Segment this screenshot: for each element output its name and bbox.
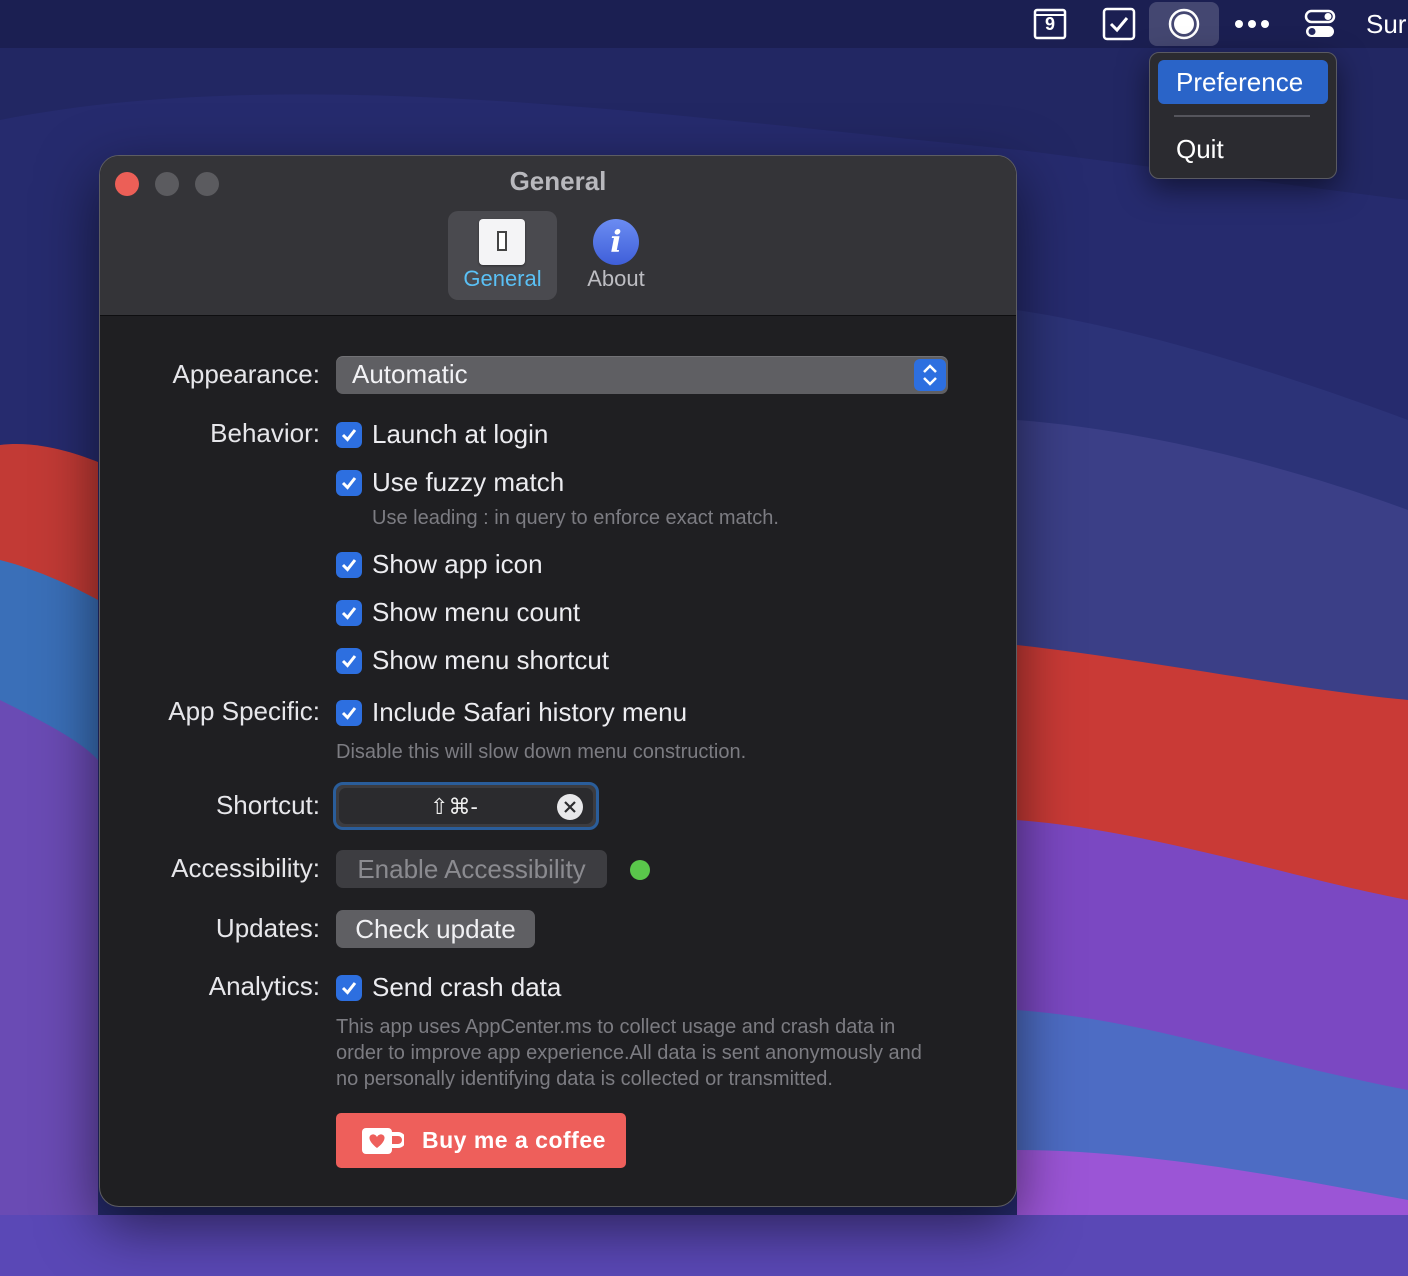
- checkbox-label: Show app icon: [372, 549, 543, 579]
- analytics-hint-line-3: no personally identifying data is collec…: [336, 1068, 833, 1090]
- shortcut-recorder[interactable]: ⇧⌘-: [333, 782, 599, 830]
- appearance-label: Appearance:: [172, 359, 320, 389]
- app-specific-label: App Specific:: [168, 696, 320, 726]
- accessibility-label: Accessibility:: [171, 853, 320, 883]
- menu-item-quit[interactable]: Quit: [1158, 127, 1328, 171]
- checkmark-icon: [336, 551, 362, 578]
- analytics-hint-line-1: This app uses AppCenter.ms to collect us…: [336, 1016, 896, 1038]
- shortcut-value: ⇧⌘-: [430, 794, 478, 819]
- menubar-clock-partial[interactable]: Sur: [1366, 0, 1408, 48]
- shortcut-field: ⇧⌘-: [339, 788, 593, 824]
- menu-item-label: Quit: [1176, 133, 1224, 164]
- calendar-icon[interactable]: 9: [1032, 0, 1068, 48]
- checkbox-label: Show menu count: [372, 597, 581, 627]
- checkbox-label: Use fuzzy match: [372, 467, 565, 497]
- tab-label: General: [463, 266, 542, 291]
- control-center-icon[interactable]: [1300, 0, 1340, 48]
- tab-label: About: [587, 266, 645, 291]
- app-circle-icon[interactable]: [1149, 2, 1219, 46]
- shortcut-label: Shortcut:: [215, 790, 320, 820]
- tab-general[interactable]: General: [448, 211, 557, 300]
- checkmark-icon: [336, 469, 362, 496]
- tab-about[interactable]: i About: [568, 211, 664, 300]
- checkbox-label: Launch at login: [372, 419, 549, 449]
- menubar-partial-text: Sur: [1366, 8, 1407, 39]
- checkbox-launch-at-login[interactable]: Launch at login: [336, 419, 548, 450]
- analytics-label: Analytics:: [208, 971, 320, 1001]
- checkbox-icon[interactable]: [1100, 0, 1138, 48]
- info-icon: i: [593, 219, 639, 265]
- window-title: General: [509, 166, 607, 196]
- coffee-button-label: Buy me a coffee: [422, 1127, 606, 1153]
- checkbox-show-menu-count[interactable]: Show menu count: [336, 597, 580, 628]
- check-update-button[interactable]: Check update: [336, 910, 535, 948]
- calendar-day-text: 9: [1044, 14, 1055, 34]
- checkmark-icon: [336, 421, 362, 448]
- checkbox-label: Send crash data: [372, 972, 562, 1002]
- analytics-hint-line-2: order to improve app experience.All data…: [336, 1042, 922, 1064]
- behavior-label: Behavior:: [210, 418, 320, 448]
- checkmark-icon: [336, 699, 362, 726]
- accessibility-status-dot: [630, 860, 650, 880]
- checkbox-send-crash-data[interactable]: Send crash data: [336, 972, 561, 1003]
- clear-shortcut-icon[interactable]: [557, 794, 583, 820]
- enable-accessibility-button[interactable]: Enable Accessibility: [336, 850, 607, 888]
- updates-label: Updates:: [215, 913, 320, 943]
- appearance-value: Automatic: [352, 359, 468, 389]
- safari-history-hint: Disable this will slow down menu constru…: [336, 741, 747, 763]
- checkbox-label: Include Safari history menu: [372, 697, 688, 727]
- checkbox-show-menu-shortcut[interactable]: Show menu shortcut: [336, 645, 609, 676]
- checkmark-icon: [336, 974, 362, 1001]
- preferences-window: General General i About Appearance: Auto…: [99, 155, 1017, 1207]
- menu-separator: [1174, 115, 1310, 117]
- title-bar: General General i About: [100, 156, 1016, 316]
- checkmark-icon: [336, 647, 362, 674]
- checkbox-show-app-icon[interactable]: Show app icon: [336, 549, 543, 580]
- switch-icon: [479, 219, 525, 265]
- fuzzy-match-hint: Use leading : in query to enforce exact …: [372, 507, 779, 529]
- appearance-popup[interactable]: Automatic: [336, 356, 948, 394]
- menu-item-label: Preference: [1176, 66, 1304, 97]
- checkbox-label: Show menu shortcut: [372, 645, 610, 675]
- checkbox-use-fuzzy-match[interactable]: Use fuzzy match: [336, 467, 564, 498]
- checkmark-icon: [336, 599, 362, 626]
- checkbox-include-safari-history[interactable]: Include Safari history menu: [336, 697, 687, 728]
- status-menu: Preference Quit: [1149, 52, 1337, 179]
- coffee-cup-icon: [360, 1125, 406, 1157]
- more-dots-icon[interactable]: [1232, 0, 1272, 48]
- menu-bar: 9 Sur: [0, 0, 1408, 48]
- buy-me-a-coffee-button[interactable]: Buy me a coffee: [336, 1113, 626, 1168]
- menu-item-preference[interactable]: Preference: [1158, 60, 1328, 104]
- chevron-updown-icon: [914, 359, 946, 391]
